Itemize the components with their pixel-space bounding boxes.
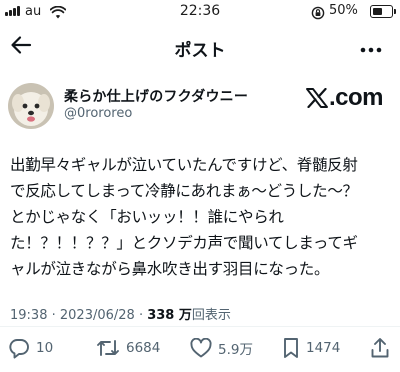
status-bar: au 22:36 50% <box>0 0 400 24</box>
reply-count: 10 <box>36 340 54 356</box>
page-title: ポスト <box>174 41 226 61</box>
repost-count: 6684 <box>126 340 161 356</box>
post-line: で反応してしまって冷静にあれまぁ〜どうした〜？ <box>10 182 358 200</box>
post-meta: 19:38 · 2023/06/28 · 338 万回表示 <box>10 304 231 323</box>
meta-separator: · <box>47 308 60 323</box>
like-count: 5.9万 <box>218 342 253 358</box>
post-text: 出勤早々ギャルが泣いていたんですけど、脊髄反射 で反応してしまって冷静にあれまぁ… <box>10 152 396 282</box>
avatar[interactable] <box>8 83 54 129</box>
battery-percent: 50% <box>329 3 358 18</box>
x-logo-text: .com <box>329 84 384 111</box>
x-brand-icon <box>306 88 328 108</box>
heart-icon <box>190 338 212 358</box>
x-logo: .com <box>306 84 384 112</box>
views-label: 回表示 <box>191 308 231 323</box>
action-bar: 10 6684 5.9万 1474 <box>0 334 400 362</box>
post-date: 2023/06/28 <box>59 308 135 323</box>
repost-icon <box>96 337 120 359</box>
post-line: た！？！！？？」とクソデカ声で聞いてしまってギ <box>10 234 358 252</box>
views-count[interactable]: 338 万 <box>147 308 192 323</box>
rotation-lock-icon <box>311 5 325 24</box>
more-horizontal-icon <box>360 38 382 57</box>
like-button[interactable]: 5.9万 <box>190 334 253 362</box>
bookmark-icon <box>282 337 300 359</box>
battery-icon <box>370 5 396 18</box>
top-nav: ポスト <box>0 30 400 62</box>
post-line: 出勤早々ギャルが泣いていたんですけど、脊髄反射 <box>10 156 358 174</box>
repost-button[interactable]: 6684 <box>96 334 160 362</box>
author-display-name[interactable]: 柔らか仕上げのフクダウニー <box>64 86 248 106</box>
post-time: 19:38 <box>10 308 48 323</box>
more-options-button[interactable] <box>358 34 384 60</box>
share-icon <box>370 337 390 359</box>
post-line: ャルが泣きながら鼻水吹き出す羽目になった。 <box>10 260 330 278</box>
post-line: とかじゃなく「おいッッ！！誰にやられ <box>10 208 284 226</box>
bookmark-count: 1474 <box>306 340 341 356</box>
meta-separator: · <box>134 308 148 323</box>
share-button[interactable] <box>370 334 390 362</box>
reply-icon <box>8 337 30 359</box>
author-handle[interactable]: @0rororeo <box>64 106 132 121</box>
reply-button[interactable]: 10 <box>8 334 53 362</box>
divider <box>0 326 400 327</box>
bookmark-button[interactable]: 1474 <box>282 334 340 362</box>
